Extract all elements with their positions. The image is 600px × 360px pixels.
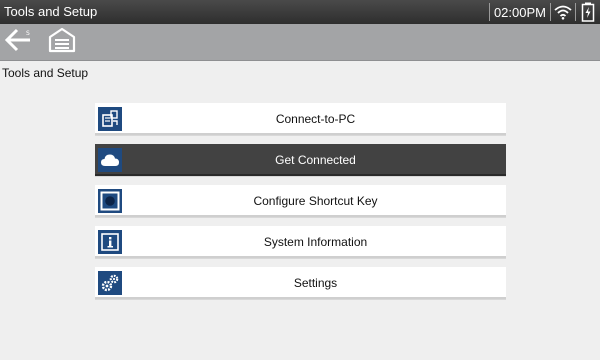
menu-item-label: System Information: [263, 235, 368, 249]
back-arrow-icon: S: [4, 27, 34, 58]
clock: 02:00PM: [493, 4, 546, 20]
shortcut-key-icon: [98, 189, 122, 213]
menu-item-configure-shortcut-key[interactable]: Configure Shortcut Key: [95, 185, 506, 217]
status-area: 02:00PM: [488, 0, 600, 24]
title-bar: Tools and Setup 02:00PM: [0, 0, 600, 24]
menu-item-get-connected[interactable]: Get Connected: [95, 144, 506, 176]
back-button[interactable]: S: [3, 27, 35, 57]
battery-icon: [576, 0, 600, 24]
info-icon: [98, 230, 122, 254]
gears-icon: [98, 271, 122, 295]
cloud-icon: [98, 148, 122, 172]
home-garage-icon: [48, 27, 76, 58]
menu-item-settings[interactable]: Settings: [95, 267, 506, 299]
window-title: Tools and Setup: [4, 4, 98, 19]
menu-item-label: Settings: [293, 276, 338, 290]
menu-item-connect-to-pc[interactable]: Connect-to-PC: [95, 103, 506, 135]
menu-item-label: Connect-to-PC: [275, 112, 356, 126]
toolbar: S: [0, 24, 600, 61]
svg-text:S: S: [26, 30, 30, 37]
home-button[interactable]: [46, 27, 78, 57]
wifi-icon: [551, 0, 575, 24]
page-title: Tools and Setup: [2, 66, 89, 80]
menu-item-label: Get Connected: [275, 153, 356, 167]
menu-item-label: Configure Shortcut Key: [253, 194, 378, 208]
connect-to-pc-icon: [98, 107, 122, 131]
menu-item-system-information[interactable]: System Information: [95, 226, 506, 258]
